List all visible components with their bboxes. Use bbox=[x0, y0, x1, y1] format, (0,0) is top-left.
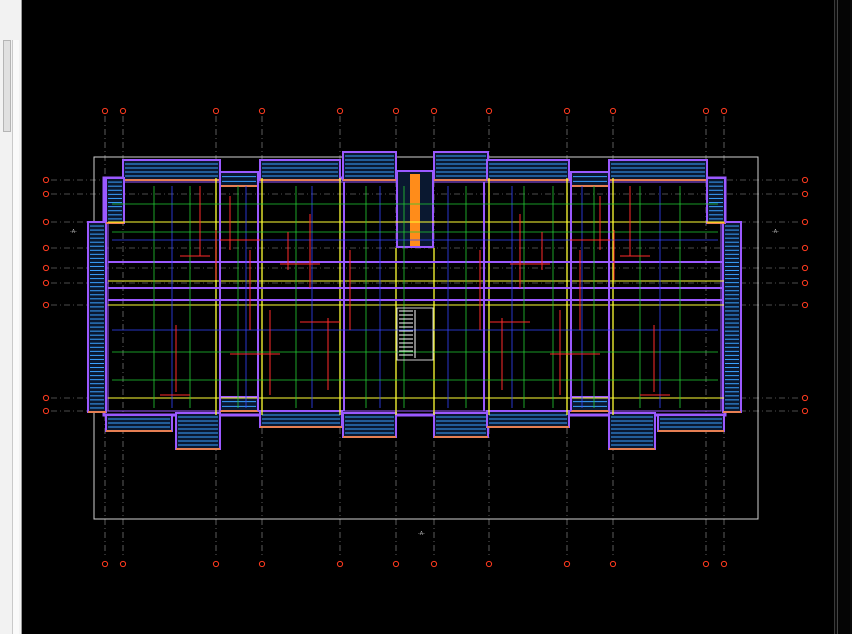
axis-bubble-left bbox=[42, 176, 50, 184]
axis-bubble-left bbox=[42, 218, 50, 226]
scrollbar-icon[interactable] bbox=[837, 0, 850, 634]
axis-bubble-bottom bbox=[258, 560, 266, 568]
axis-bubble-bottom bbox=[563, 560, 571, 568]
balcony-bottom bbox=[175, 412, 221, 450]
axis-bubble-top bbox=[702, 107, 710, 115]
axis-bubble-left bbox=[42, 301, 50, 309]
axis-bubble-bottom bbox=[609, 560, 617, 568]
balcony-top bbox=[259, 159, 341, 181]
cad-drawing-viewport[interactable]: -A- -A- -A- bbox=[22, 0, 834, 634]
axis-bubble-right bbox=[801, 394, 809, 402]
axis-bubble-right bbox=[801, 218, 809, 226]
axis-bubble-top bbox=[101, 107, 109, 115]
axis-bubble-right bbox=[801, 279, 809, 287]
axis-bubble-right bbox=[801, 301, 809, 309]
axis-bubble-left bbox=[42, 279, 50, 287]
axis-bubble-bottom bbox=[702, 560, 710, 568]
balcony-top bbox=[122, 159, 221, 181]
balcony-bottom bbox=[219, 396, 259, 412]
balcony-top bbox=[608, 159, 708, 181]
axis-bubble-right bbox=[801, 190, 809, 198]
axis-bubble-bottom bbox=[101, 560, 109, 568]
axis-bubble-top bbox=[258, 107, 266, 115]
section-mark-left: -A- bbox=[70, 229, 77, 235]
balcony-left bbox=[105, 177, 125, 224]
axis-bubble-bottom bbox=[392, 560, 400, 568]
axis-bubble-bottom bbox=[485, 560, 493, 568]
shaft-core bbox=[410, 174, 420, 246]
balcony-right bbox=[706, 177, 726, 224]
axis-bubble-top bbox=[392, 107, 400, 115]
left-side-panel[interactable] bbox=[0, 0, 22, 634]
section-mark-bottom: -A- bbox=[418, 531, 425, 537]
axis-bubble-top bbox=[119, 107, 127, 115]
axis-bubble-right bbox=[801, 176, 809, 184]
axis-bubble-bottom bbox=[336, 560, 344, 568]
balcony-top bbox=[219, 171, 259, 187]
axis-bubble-top bbox=[212, 107, 220, 115]
balcony-bottom bbox=[608, 412, 656, 450]
axis-bubble-bottom bbox=[212, 560, 220, 568]
panel-edge-icon bbox=[12, 40, 19, 634]
axis-bubble-left bbox=[42, 407, 50, 415]
axis-bubble-bottom bbox=[430, 560, 438, 568]
axis-bubble-top bbox=[609, 107, 617, 115]
axis-bubble-top bbox=[485, 107, 493, 115]
axis-bubble-top bbox=[563, 107, 571, 115]
axis-bubble-top bbox=[430, 107, 438, 115]
axis-bubble-left bbox=[42, 244, 50, 252]
panel-splitter-handle[interactable] bbox=[3, 40, 11, 132]
axis-bubble-right bbox=[801, 244, 809, 252]
balcony-top bbox=[570, 171, 610, 187]
axis-bubble-left bbox=[42, 190, 50, 198]
floor-plan-drawing: -A- -A- -A- bbox=[42, 107, 809, 568]
axis-bubble-bottom bbox=[720, 560, 728, 568]
axis-bubble-top bbox=[720, 107, 728, 115]
balcony-top bbox=[486, 159, 570, 181]
axis-bubble-top bbox=[336, 107, 344, 115]
axis-bubble-bottom bbox=[119, 560, 127, 568]
axis-bubble-right bbox=[801, 264, 809, 272]
vertical-scrollbar[interactable] bbox=[834, 0, 852, 634]
axis-bubble-right bbox=[801, 407, 809, 415]
axis-bubble-left bbox=[42, 264, 50, 272]
section-mark-right: -A- bbox=[772, 229, 779, 235]
building-structure bbox=[87, 151, 742, 450]
balcony-bottom bbox=[570, 396, 610, 412]
axis-bubble-left bbox=[42, 394, 50, 402]
